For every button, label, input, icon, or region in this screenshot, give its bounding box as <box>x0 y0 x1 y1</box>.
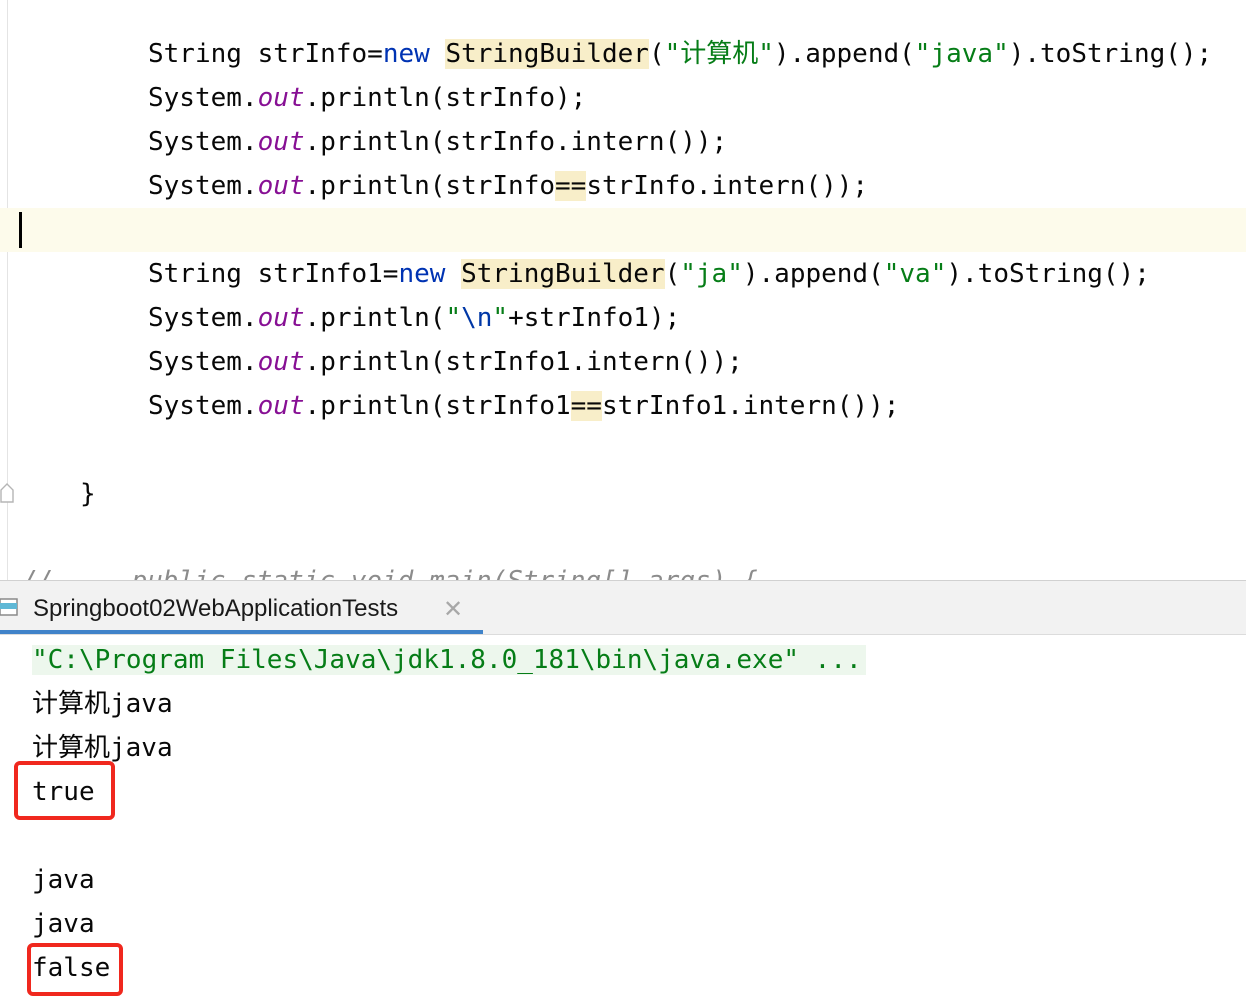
code-line: System.out.println(strInfo.intern()); <box>148 127 728 157</box>
closing-brace: } <box>80 479 96 509</box>
run-tab-icon <box>0 598 18 616</box>
operator-highlight: == <box>555 171 587 201</box>
active-tab-indicator <box>0 630 483 634</box>
close-icon[interactable]: ✕ <box>443 581 463 637</box>
code-line: System.out.println(strInfo==strInfo.inte… <box>148 171 869 201</box>
code-line: System.out.println(strInfo); <box>148 83 587 113</box>
annotation-box-true <box>14 761 115 820</box>
console-line: "C:\Program Files\Java\jdk1.8.0_181\bin\… <box>32 638 866 682</box>
code-line: System.out.println(strInfo1.intern()); <box>148 347 743 377</box>
annotation-box-false <box>27 943 123 996</box>
text-caret <box>19 212 22 248</box>
code-line: String strInfo1=new StringBuilder("ja").… <box>148 259 1150 289</box>
tab-run-configuration[interactable]: Springboot02WebApplicationTests ✕ <box>0 581 483 634</box>
usage-highlight: StringBuilder <box>445 39 649 69</box>
code-line: System.out.println("\n"+strInfo1); <box>148 303 681 333</box>
commented-code-line: // public static void main(String[] args… <box>22 561 758 580</box>
run-tab-bar: Springboot02WebApplicationTests ✕ <box>0 581 1246 635</box>
tab-label: Springboot02WebApplicationTests <box>33 595 399 622</box>
console-line: 计算机java <box>32 689 173 719</box>
usage-highlight: StringBuilder <box>461 259 665 289</box>
code-line: System.out.println(strInfo1==strInfo1.in… <box>148 391 900 421</box>
run-tool-window: Springboot02WebApplicationTests ✕ "C:\Pr… <box>0 580 1246 1004</box>
console-line: java <box>32 865 95 895</box>
current-line-highlight <box>0 208 1246 252</box>
operator-highlight: == <box>570 391 602 421</box>
console-line: java <box>32 909 95 939</box>
fold-icon[interactable] <box>0 481 14 503</box>
console-command[interactable]: "C:\Program Files\Java\jdk1.8.0_181\bin\… <box>32 645 866 675</box>
code-editor[interactable]: String strInfo=new StringBuilder("计算机").… <box>0 0 1246 580</box>
code-line: String strInfo=new StringBuilder("计算机").… <box>148 39 1213 69</box>
